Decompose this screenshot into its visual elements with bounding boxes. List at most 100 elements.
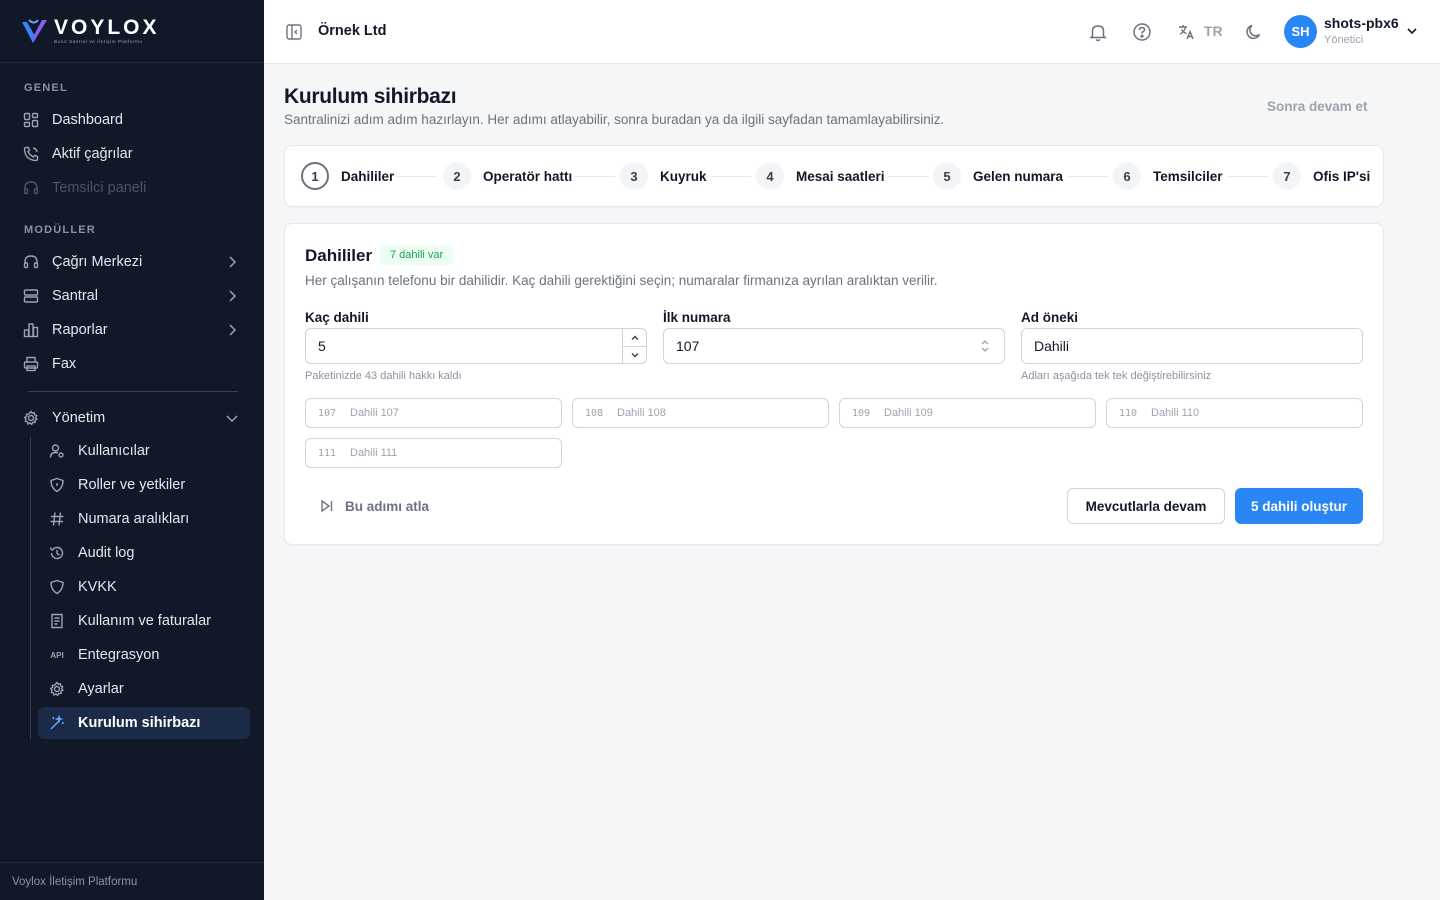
chevron-right-icon <box>224 254 240 270</box>
api-icon: API <box>50 650 64 660</box>
translate-icon[interactable] <box>1176 21 1198 43</box>
step-1-dahililer[interactable]: 1 Dahililer <box>301 162 394 190</box>
step-3-queue[interactable]: 3 Kuyruk <box>620 162 707 190</box>
step-number: 3 <box>620 162 648 190</box>
sidebar-item-label: Ayarlar <box>78 681 124 697</box>
sidebar-item-reports[interactable]: Raporlar <box>12 314 252 346</box>
step-label: Ofis IP'si <box>1313 168 1371 184</box>
chevron-up-icon <box>630 333 640 343</box>
step-connector <box>1067 176 1109 177</box>
step-number: 5 <box>933 162 961 190</box>
extension-number: 108 <box>585 407 604 419</box>
extension-item[interactable]: 108 Dahili 108 <box>572 398 829 428</box>
continue-later-link[interactable]: Sonra devam et <box>1267 99 1368 114</box>
sidebar-item-label: Fax <box>52 356 77 372</box>
chevron-right-icon <box>224 288 240 304</box>
wizard-stepper: 1 Dahililer 2 Operatör hattı 3 Kuyruk 4 … <box>284 145 1384 207</box>
server-icon <box>22 287 40 305</box>
step-connector <box>1227 176 1269 177</box>
step-connector <box>397 176 437 177</box>
step-2-operator[interactable]: 2 Operatör hattı <box>443 162 572 190</box>
extension-item[interactable]: 110 Dahili 110 <box>1106 398 1363 428</box>
step-7-office-ip[interactable]: 7 Ofis IP'si <box>1273 162 1370 190</box>
help-icon[interactable] <box>1131 21 1153 43</box>
sidebar-item-label: Aktif çağrılar <box>52 146 133 162</box>
sidebar-item-label: Yönetim <box>52 410 106 426</box>
chevron-right-icon <box>224 322 240 338</box>
extensions-card: Dahililer 7 dahili var Her çalışanın tel… <box>284 223 1384 545</box>
sidebar-item-integration[interactable]: API Entegrasyon <box>38 639 250 671</box>
brand-logo[interactable]: VOYLOX Bulut Santral ve İletişim Platfor… <box>0 0 264 63</box>
skip-label: Bu adımı atla <box>345 498 430 514</box>
step-label: Kuyruk <box>660 168 707 184</box>
sidebar-item-number-ranges[interactable]: Numara aralıkları <box>38 503 250 535</box>
status-badge: 7 dahili var <box>380 245 454 265</box>
submenu-guide-line <box>30 437 31 739</box>
prefix-hint: Adları aşağıda tek tek değiştirebilirsin… <box>1021 370 1212 382</box>
step-5-incoming[interactable]: 5 Gelen numara <box>933 162 1063 190</box>
top-header: Örnek Ltd TR SH shots-pbx6 Yönetici <box>264 0 1440 64</box>
sidebar-item-audit-log[interactable]: Audit log <box>38 537 250 569</box>
step-6-agents[interactable]: 6 Temsilciler <box>1113 162 1223 190</box>
step-4-hours[interactable]: 4 Mesai saatleri <box>756 162 885 190</box>
wand-icon <box>48 714 66 732</box>
user-gear-icon <box>48 442 66 460</box>
extension-count-stepper[interactable]: 5 <box>305 328 647 364</box>
language-selector[interactable]: TR <box>1204 23 1223 39</box>
sidebar: VOYLOX Bulut Santral ve İletişim Platfor… <box>0 0 264 900</box>
sidebar-item-agent-panel[interactable]: Temsilci paneli <box>12 172 252 204</box>
sidebar-item-pbx[interactable]: Santral <box>12 280 252 312</box>
sidebar-item-roles[interactable]: Roller ve yetkiler <box>38 469 250 501</box>
hash-icon <box>48 510 66 528</box>
extension-number: 107 <box>318 407 337 419</box>
sidebar-item-users[interactable]: Kullanıcılar <box>38 435 250 467</box>
section-label-modules: MODÜLLER <box>24 224 96 236</box>
sidebar-item-settings[interactable]: Ayarlar <box>38 673 250 705</box>
step-label: Temsilciler <box>1153 168 1223 184</box>
sidebar-item-kvkk[interactable]: KVKK <box>38 571 250 603</box>
increment-button[interactable] <box>623 329 646 346</box>
extension-item[interactable]: 109 Dahili 109 <box>839 398 1096 428</box>
skip-step-button[interactable]: Bu adımı atla <box>319 498 429 514</box>
step-label: Operatör hattı <box>483 168 573 184</box>
extension-name: Dahili 110 <box>1151 407 1200 419</box>
sidebar-item-label: Kurulum sihirbazı <box>78 715 201 731</box>
continue-existing-button[interactable]: Mevcutlarla devam <box>1067 488 1225 524</box>
moon-icon[interactable] <box>1243 21 1265 43</box>
extension-name: Dahili 107 <box>350 407 399 419</box>
page-subtitle: Santralinizi adım adım hazırlayın. Her a… <box>284 112 945 127</box>
sidebar-item-label: Raporlar <box>52 322 108 338</box>
step-number: 6 <box>1113 162 1141 190</box>
decrement-button[interactable] <box>623 346 646 363</box>
sidebar-item-label: Santral <box>52 288 98 304</box>
sidebar-item-call-center[interactable]: Çağrı Merkezi <box>12 246 252 278</box>
sidebar-toggle-icon[interactable] <box>284 22 304 42</box>
voylox-logo-icon <box>20 16 50 46</box>
extension-item[interactable]: 111 Dahili 111 <box>305 438 562 468</box>
user-name[interactable]: shots-pbx6 <box>1324 15 1399 31</box>
extension-name: Dahili 109 <box>884 407 933 419</box>
prefix-label: Ad öneki <box>1021 310 1079 325</box>
company-name[interactable]: Örnek Ltd <box>318 23 386 39</box>
stepper-buttons <box>622 329 646 363</box>
sidebar-item-usage-billing[interactable]: Kullanım ve faturalar <box>38 605 250 637</box>
headset-icon <box>22 253 40 271</box>
bell-icon[interactable] <box>1087 21 1109 43</box>
chevron-down-icon <box>630 350 640 360</box>
chevron-down-icon[interactable] <box>1404 23 1420 39</box>
avatar[interactable]: SH <box>1284 15 1317 48</box>
name-prefix-input[interactable]: Dahili <box>1021 328 1363 364</box>
sidebar-item-dashboard[interactable]: Dashboard <box>12 104 252 136</box>
extension-item[interactable]: 107 Dahili 107 <box>305 398 562 428</box>
sidebar-item-setup-wizard[interactable]: Kurulum sihirbazı <box>38 707 250 739</box>
extension-number: 111 <box>318 447 337 459</box>
history-icon <box>48 544 66 562</box>
sidebar-item-active-calls[interactable]: Aktif çağrılar <box>12 138 252 170</box>
first-number-select[interactable]: 107 <box>663 328 1005 364</box>
chevron-down-icon <box>224 410 240 426</box>
sidebar-item-label: Temsilci paneli <box>52 180 147 196</box>
shield-icon <box>48 476 66 494</box>
sidebar-item-admin[interactable]: Yönetim <box>12 402 252 434</box>
create-extensions-button[interactable]: 5 dahili oluştur <box>1235 488 1363 524</box>
sidebar-item-fax[interactable]: Fax <box>12 348 252 380</box>
